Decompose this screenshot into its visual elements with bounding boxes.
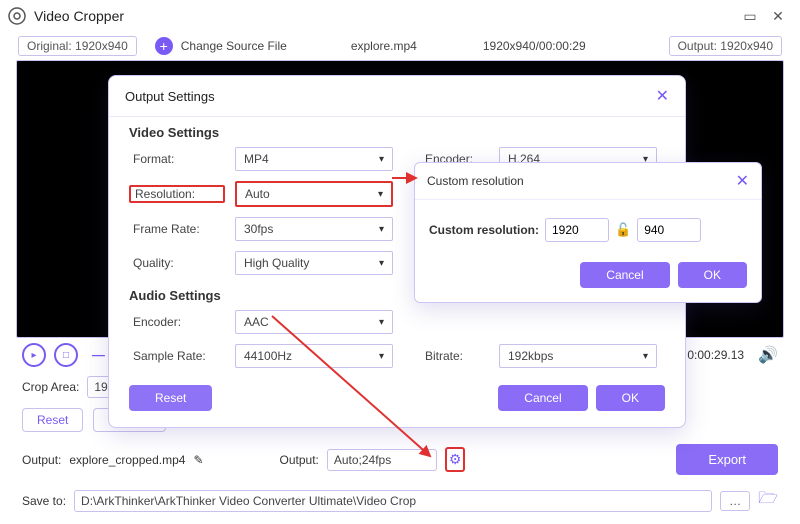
popup-title: Custom resolution bbox=[427, 174, 736, 188]
chevron-down-icon: ▾ bbox=[379, 351, 384, 362]
bitrate-label: Bitrate: bbox=[425, 349, 489, 363]
bitrate-select[interactable]: 192kbps▾ bbox=[499, 344, 657, 368]
output-spec-label: Output: bbox=[280, 453, 319, 467]
popup-header: Custom resolution ✕ bbox=[415, 163, 761, 200]
stop-icon[interactable]: □ bbox=[54, 343, 78, 367]
row-encoder-a: Encoder: AAC▾ bbox=[109, 305, 685, 339]
browse-path-button[interactable]: … bbox=[720, 491, 750, 511]
dialog-cancel-button[interactable]: Cancel bbox=[498, 385, 587, 411]
change-source-button[interactable]: + Change Source File bbox=[155, 37, 287, 55]
volume-icon[interactable]: 🔊 bbox=[758, 345, 778, 365]
popup-body: Custom resolution: 🔓 bbox=[415, 200, 761, 252]
output-spec-value[interactable]: Auto;24fps bbox=[327, 449, 437, 471]
popup-cancel-button[interactable]: Cancel bbox=[580, 262, 669, 288]
output-file-value: explore_cropped.mp4 bbox=[69, 453, 185, 467]
chevron-down-icon: ▾ bbox=[643, 351, 648, 362]
original-dimensions: Original: 1920x940 bbox=[18, 36, 137, 56]
custom-resolution-label: Custom resolution: bbox=[429, 223, 539, 237]
output-row: Output: explore_cropped.mp4 ✎ Output: Au… bbox=[0, 438, 800, 481]
chevron-down-icon: ▾ bbox=[379, 154, 384, 165]
save-to-row: Save to: D:\ArkThinker\ArkThinker Video … bbox=[0, 481, 800, 524]
edit-filename-icon[interactable]: ✎ bbox=[193, 453, 203, 467]
close-icon[interactable]: ✕ bbox=[656, 86, 669, 106]
chevron-down-icon: ▾ bbox=[379, 258, 384, 269]
plus-icon: + bbox=[155, 37, 173, 55]
custom-resolution-popup: Custom resolution ✕ Custom resolution: 🔓… bbox=[414, 162, 762, 303]
encoder-a-select[interactable]: AAC▾ bbox=[235, 310, 393, 334]
reset-button[interactable]: Reset bbox=[22, 408, 83, 432]
save-to-label: Save to: bbox=[22, 494, 66, 508]
output-dimensions: Output: 1920x940 bbox=[669, 36, 782, 56]
encoder-a-label: Encoder: bbox=[129, 315, 225, 329]
play-icon[interactable]: ▸ bbox=[22, 343, 46, 367]
resolution-label-highlight: Resolution: bbox=[129, 185, 225, 203]
export-button[interactable]: Export bbox=[676, 444, 778, 475]
chevron-down-icon: ▾ bbox=[379, 224, 384, 235]
popup-footer: Cancel OK bbox=[415, 252, 761, 302]
gear-icon[interactable]: ⚙ bbox=[449, 451, 462, 468]
quality-select[interactable]: High Quality▾ bbox=[235, 251, 393, 275]
chevron-down-icon: ▾ bbox=[379, 317, 384, 328]
source-dimensions-duration: 1920x940/00:00:29 bbox=[477, 37, 592, 55]
dialog-reset-button[interactable]: Reset bbox=[129, 385, 212, 411]
app-title: Video Cropper bbox=[34, 8, 736, 24]
playhead-time: 0:00:29.13 bbox=[687, 348, 744, 362]
window-close-icon[interactable]: ✕ bbox=[764, 8, 792, 25]
samplerate-select[interactable]: 44100Hz▾ bbox=[235, 344, 393, 368]
format-select[interactable]: MP4▾ bbox=[235, 147, 393, 171]
dialog-header: Output Settings ✕ bbox=[109, 76, 685, 117]
open-folder-icon[interactable]: 🗁 bbox=[758, 487, 778, 514]
custom-width-input[interactable] bbox=[545, 218, 609, 242]
resolution-select[interactable]: Auto▾ bbox=[235, 181, 393, 207]
timeline-handle-icon[interactable]: ─ bbox=[92, 345, 105, 366]
close-icon[interactable]: ✕ bbox=[736, 171, 749, 191]
output-settings-gear-highlight: ⚙ bbox=[445, 447, 466, 472]
app-logo-icon bbox=[8, 7, 26, 25]
framerate-label: Frame Rate: bbox=[129, 222, 225, 236]
dialog-ok-button[interactable]: OK bbox=[596, 385, 665, 411]
chevron-down-icon: ▾ bbox=[378, 189, 383, 200]
unlock-aspect-icon[interactable]: 🔓 bbox=[615, 222, 631, 238]
framerate-select[interactable]: 30fps▾ bbox=[235, 217, 393, 241]
info-bar: Original: 1920x940 + Change Source File … bbox=[0, 32, 800, 60]
crop-area-label: Crop Area: bbox=[22, 380, 79, 394]
output-file-label: Output: bbox=[22, 453, 61, 467]
format-label: Format: bbox=[129, 152, 225, 166]
video-settings-heading: Video Settings bbox=[109, 117, 685, 142]
title-bar: Video Cropper ▭ ✕ bbox=[0, 0, 800, 32]
popup-ok-button[interactable]: OK bbox=[678, 262, 747, 288]
quality-label: Quality: bbox=[129, 256, 225, 270]
source-filename: explore.mp4 bbox=[345, 37, 423, 55]
samplerate-label: Sample Rate: bbox=[129, 349, 225, 363]
dialog-title: Output Settings bbox=[125, 89, 656, 104]
save-path-input[interactable]: D:\ArkThinker\ArkThinker Video Converter… bbox=[74, 490, 712, 512]
row-samplerate: Sample Rate: 44100Hz▾ Bitrate: 192kbps▾ bbox=[109, 339, 685, 373]
custom-height-input[interactable] bbox=[637, 218, 701, 242]
dialog-footer: Reset Cancel OK bbox=[109, 373, 685, 411]
window-minimize-icon[interactable]: ▭ bbox=[736, 8, 764, 25]
